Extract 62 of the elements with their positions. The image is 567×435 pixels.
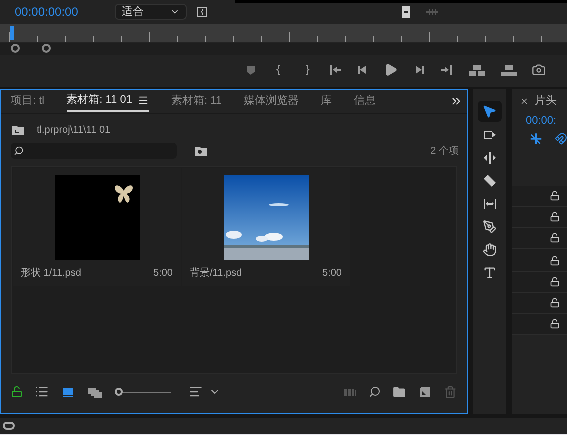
- zoom-dropdown[interactable]: 适合: [115, 4, 187, 20]
- camera-icon[interactable]: [532, 63, 546, 77]
- search-field[interactable]: [11, 143, 177, 159]
- unlock-icon[interactable]: [550, 212, 560, 222]
- panel-tab[interactable]: 项目: tl: [11, 92, 45, 112]
- parent-folder-icon[interactable]: [11, 123, 25, 137]
- icon-view-icon[interactable]: [61, 385, 75, 399]
- go-to-in-icon[interactable]: [328, 63, 342, 77]
- unlock-icon[interactable]: [550, 256, 560, 266]
- go-to-out-icon[interactable]: [440, 63, 454, 77]
- bin-path: tl.prproj\11\11 01: [37, 124, 111, 138]
- panel-tab[interactable]: 库: [320, 92, 332, 112]
- sort-icon[interactable]: [189, 385, 203, 399]
- new-search-bin-icon[interactable]: [194, 144, 208, 158]
- insert-icon[interactable]: [468, 63, 486, 77]
- marker-icon[interactable]: [244, 63, 258, 77]
- panel-tab[interactable]: 素材箱: 11 01: [66, 92, 150, 112]
- ripple-edit-icon[interactable]: [482, 150, 496, 164]
- more-tabs-icon[interactable]: [450, 95, 463, 108]
- zoom-slider-track[interactable]: [115, 387, 171, 397]
- magnet-icon[interactable]: [554, 132, 567, 146]
- unlock-icon[interactable]: [550, 276, 560, 286]
- new-item-icon[interactable]: [418, 385, 432, 399]
- timecode[interactable]: 00:00:00:00: [15, 3, 95, 21]
- item-name: 背景/11.psd: [190, 266, 242, 281]
- creative-cloud-icon[interactable]: [2, 419, 16, 433]
- new-bin-icon[interactable]: [393, 386, 406, 398]
- item-name: 形状 1/11.psd: [21, 266, 82, 281]
- panel-tab[interactable]: 媒体浏览器: [244, 92, 299, 112]
- overwrite-icon[interactable]: [500, 63, 518, 77]
- unlock-icon[interactable]: [550, 298, 560, 308]
- type-icon: [482, 266, 496, 280]
- snap-icon[interactable]: [530, 132, 542, 146]
- panel-menu-icon[interactable]: [138, 95, 150, 106]
- slip-tool-icon[interactable]: [482, 196, 496, 210]
- unlock-icon[interactable]: [550, 232, 560, 242]
- panel-tab[interactable]: 信息: [354, 92, 376, 112]
- zoom-scroll-bar[interactable]: [11, 44, 51, 53]
- item-count: 2 个项: [430, 144, 459, 158]
- timecode[interactable]: 00:00:: [512, 113, 567, 130]
- unlock-icon[interactable]: [550, 190, 560, 200]
- play-icon[interactable]: [384, 63, 398, 77]
- item-duration: 5:00: [154, 267, 173, 281]
- zoom-slider-thumb[interactable]: [115, 388, 123, 396]
- panel-tab[interactable]: 素材箱: 11: [171, 92, 222, 112]
- pen-icon: [482, 220, 496, 234]
- tool-button[interactable]: [478, 101, 502, 122]
- unlock-icon[interactable]: [11, 386, 23, 398]
- thumbnail[interactable]: [54, 175, 140, 260]
- unlock-icon[interactable]: [550, 318, 560, 328]
- razor-icon[interactable]: [482, 174, 496, 188]
- freeform-view-icon[interactable]: [87, 385, 103, 399]
- list-view-icon[interactable]: [35, 385, 49, 399]
- search-icon: [14, 146, 24, 156]
- item-duration: 5:00: [322, 267, 342, 281]
- bracket-icon[interactable]: [195, 5, 209, 19]
- selection-tool-icon: [482, 104, 497, 119]
- film-icon[interactable]: [399, 5, 413, 19]
- hand-icon: [482, 242, 496, 256]
- search-icon[interactable]: [369, 386, 381, 398]
- timeline-tab[interactable]: 片头: [535, 92, 557, 110]
- close-icon[interactable]: [520, 96, 529, 106]
